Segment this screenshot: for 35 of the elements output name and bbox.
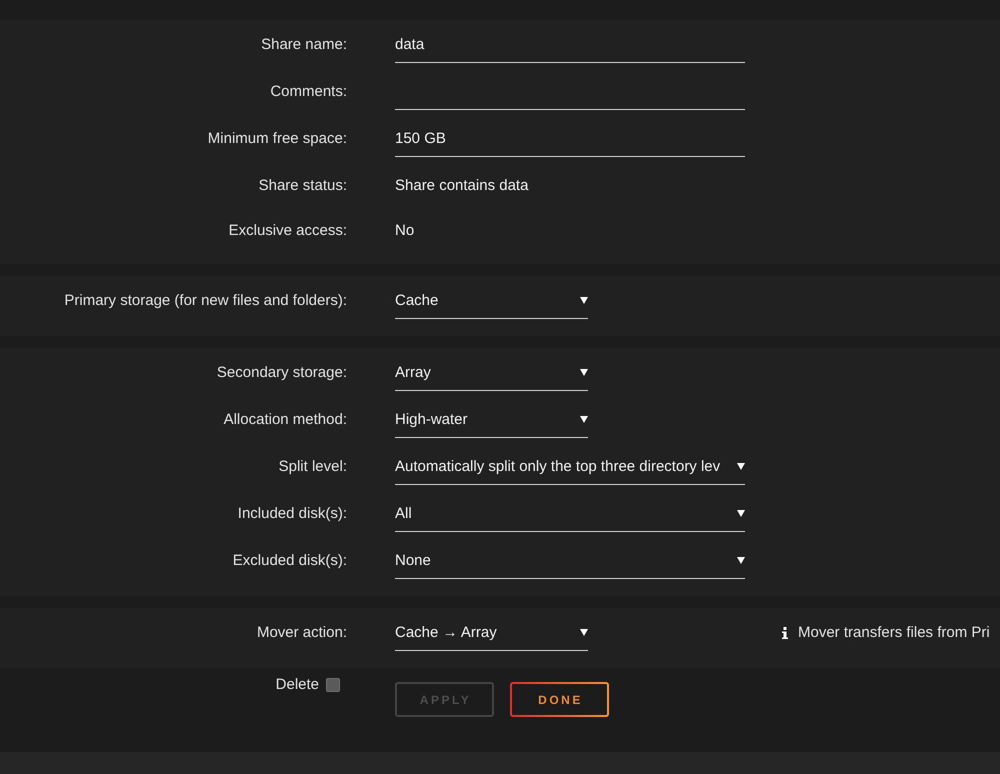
value-text: No (395, 221, 414, 241)
field-label: Secondary storage: (216, 363, 347, 383)
text-field[interactable]: 150 GB (395, 129, 745, 157)
caret-icon (737, 556, 745, 564)
dropdown-select[interactable]: Array (395, 363, 588, 391)
text-field[interactable]: data (395, 35, 745, 63)
field-label: Exclusive access: (228, 221, 347, 241)
caret-icon (580, 416, 588, 422)
field-label: Included disk(s): (238, 504, 347, 524)
dropdown-select[interactable]: Cache (395, 291, 588, 319)
dropdown-select[interactable]: High-water (395, 410, 588, 438)
field-label: Split level: (278, 457, 347, 477)
field-label: Share status: (258, 176, 347, 196)
info-text: Mover transfers files from Pri (798, 623, 990, 643)
field-label: Minimum free space: (208, 129, 347, 149)
dropdown-select[interactable]: None (395, 551, 745, 579)
info-icon (782, 627, 788, 639)
dropdown-select[interactable]: All (395, 504, 745, 532)
field-label: Primary storage (for new files and folders): (64, 291, 347, 311)
field-label: Share name: (261, 35, 347, 55)
field-label: Comments: (270, 82, 347, 102)
caret-icon (580, 628, 588, 636)
field-label: Excluded disk(s): (232, 551, 347, 571)
dropdown-select[interactable]: Automatically split only the top three directory lev (395, 457, 745, 485)
caret-icon (737, 510, 745, 516)
caret-icon (737, 462, 745, 470)
delete-label: Delete (276, 675, 319, 695)
caret-icon (580, 368, 588, 376)
done-button[interactable]: DONE (510, 682, 609, 717)
caret-icon (580, 296, 588, 304)
dropdown-select[interactable]: Cache → Array (395, 623, 588, 651)
value-text: Share contains data (395, 176, 528, 196)
field-label: Allocation method: (224, 410, 347, 430)
field-label: Mover action: (256, 623, 347, 643)
delete-checkbox[interactable] (326, 678, 340, 692)
